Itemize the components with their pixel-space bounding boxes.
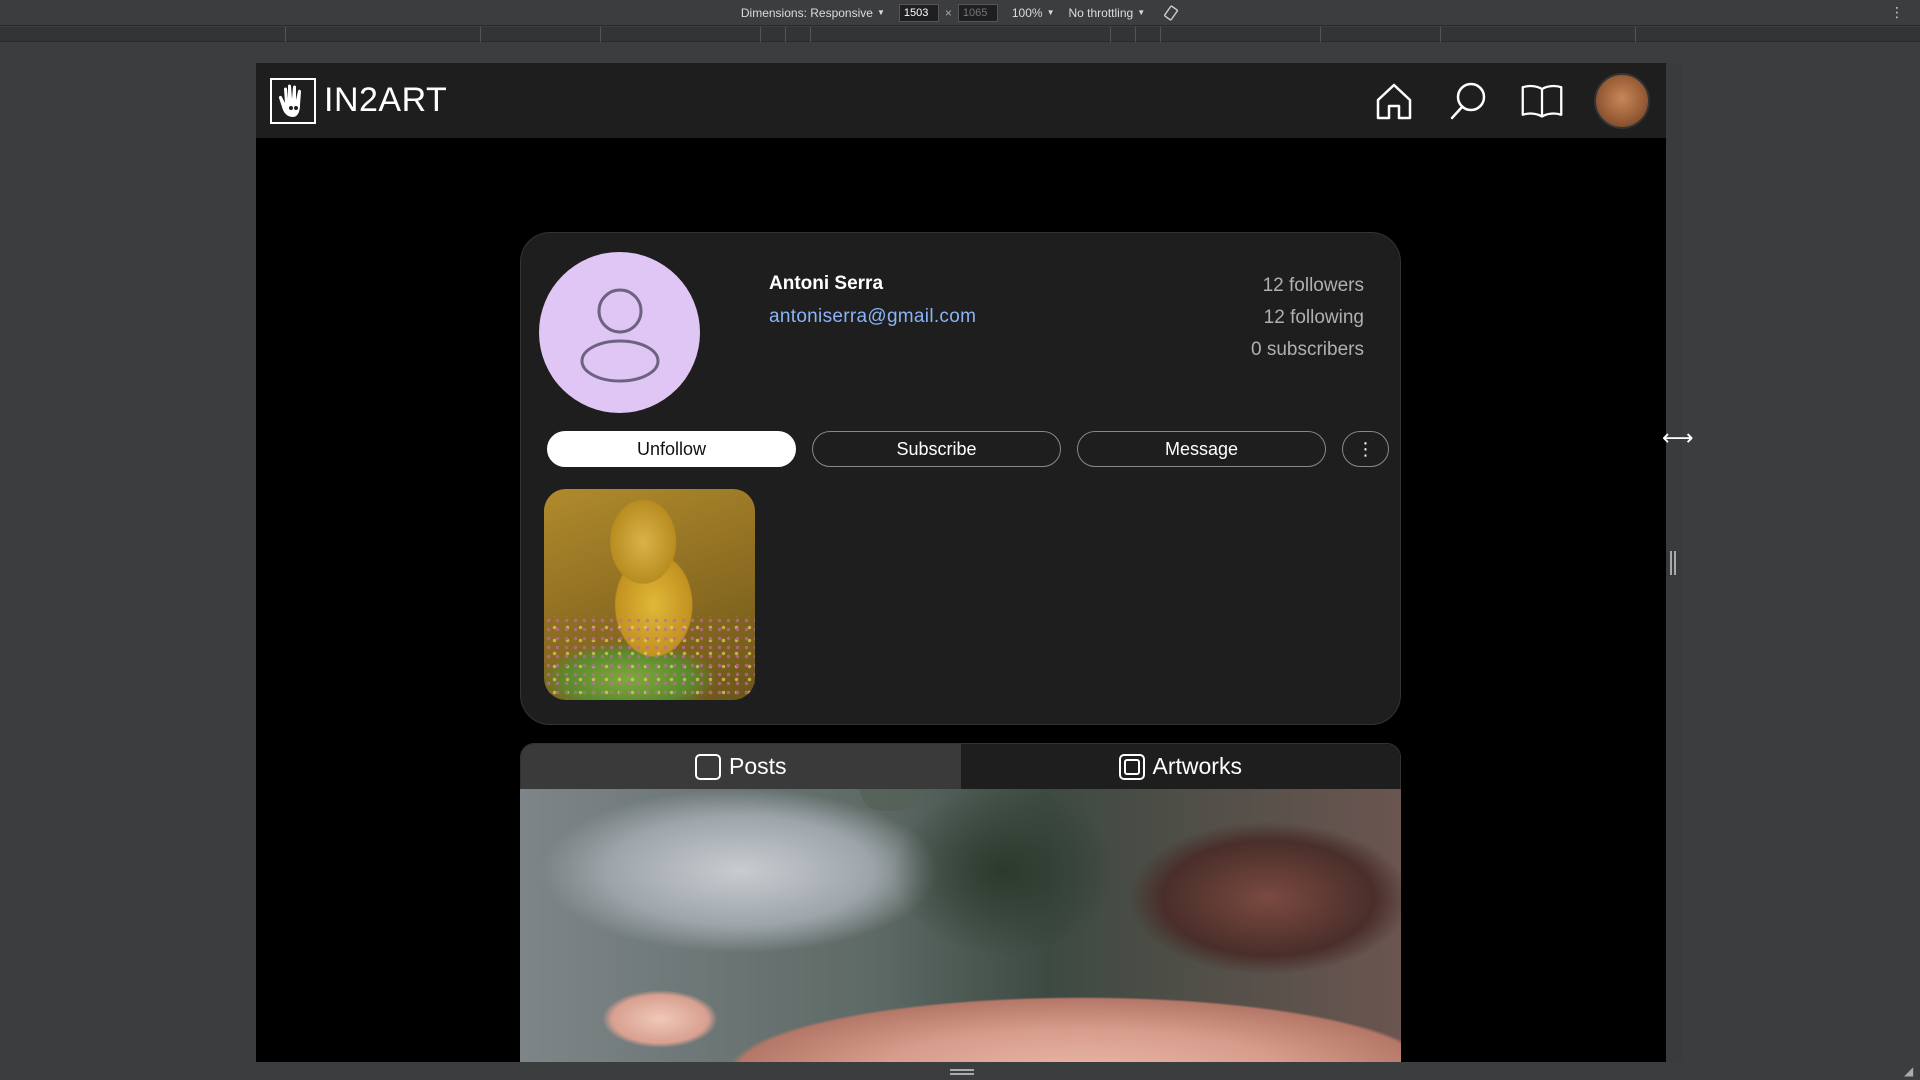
profile-card: Antoni Serra antoniserra@gmail.com 12 fo… [520, 232, 1401, 725]
ruler-tick [1635, 27, 1636, 42]
ruler-tick [760, 27, 761, 42]
emulated-viewport: IN2ART Antoni Serra antoniserra@gmail.co… [256, 63, 1666, 1062]
zoom-dropdown[interactable]: 100% ▼ [1012, 6, 1055, 20]
devtools-device-toolbar: Dimensions: Responsive ▼ 1503 × 1065 100… [0, 0, 1920, 26]
profile-actions: Unfollow Subscribe Message ⋮ [547, 431, 1389, 467]
post-image-detail [860, 789, 920, 811]
ruler-tick [285, 27, 286, 42]
chevron-down-icon: ▼ [1137, 8, 1146, 17]
corner-resize-icon[interactable]: ◢ [1904, 1064, 1916, 1078]
top-nav [1372, 73, 1650, 129]
profile-stats: 12 followers 12 following 0 subscribers [1251, 275, 1364, 371]
ruler-tick [1135, 27, 1136, 42]
artwork-texture [544, 615, 755, 700]
more-options-button[interactable]: ⋮ [1342, 431, 1389, 467]
followers-count[interactable]: 12 followers [1251, 275, 1364, 307]
rotate-icon[interactable] [1163, 4, 1179, 21]
devtools-more-icon[interactable]: ⋮ [1890, 4, 1904, 21]
ruler-tick [1160, 27, 1161, 42]
book-icon[interactable] [1520, 79, 1564, 123]
avatar[interactable] [1594, 73, 1650, 129]
tab-label: Artworks [1152, 753, 1242, 779]
chevron-down-icon: ▼ [876, 8, 885, 17]
framed-square-icon [1118, 753, 1145, 780]
times-separator: × [944, 5, 952, 20]
featured-artwork-thumbnail[interactable] [544, 489, 755, 700]
following-count[interactable]: 12 following [1251, 307, 1364, 339]
ruler-tick [1110, 27, 1111, 42]
profile-avatar [539, 252, 700, 413]
width-input[interactable]: 1503 [898, 3, 939, 22]
home-icon[interactable] [1372, 79, 1416, 123]
bottom-resize-handle[interactable] [950, 1069, 974, 1075]
post-image[interactable] [520, 789, 1401, 1062]
logo-text: IN2ART [324, 81, 448, 119]
tab-artworks[interactable]: Artworks [960, 744, 1400, 789]
square-icon [694, 753, 721, 780]
throttling-label: No throttling [1068, 5, 1134, 20]
post-image-fingers [580, 979, 740, 1059]
user-icon [580, 288, 659, 382]
content-tabs: Posts Artworks [520, 743, 1401, 789]
hand-logo-icon [270, 77, 316, 124]
search-icon[interactable] [1446, 79, 1490, 123]
unfollow-button[interactable]: Unfollow [547, 431, 796, 467]
ruler-tick [785, 27, 786, 42]
tab-posts[interactable]: Posts [521, 744, 961, 789]
profile-name: Antoni Serra [769, 273, 884, 294]
right-resize-handle[interactable] [1670, 551, 1676, 575]
message-button[interactable]: Message [1077, 431, 1326, 467]
zoom-label: 100% [1011, 5, 1043, 20]
throttling-dropdown[interactable]: No throttling ▼ [1069, 6, 1146, 20]
ruler-tick [1440, 27, 1441, 42]
ruler-tick [600, 27, 601, 42]
chevron-down-icon: ▼ [1046, 8, 1055, 17]
ruler-tick [480, 27, 481, 42]
media-query-bar[interactable] [0, 27, 1920, 42]
logo[interactable]: IN2ART [270, 77, 448, 124]
ruler-tick [1320, 27, 1321, 42]
dimensions-dropdown[interactable]: Dimensions: Responsive ▼ [741, 6, 885, 20]
profile-email[interactable]: antoniserra@gmail.com [769, 306, 976, 328]
resize-cursor-icon: ⟷ [1662, 425, 1694, 450]
viewport-right-edge [1666, 63, 1682, 1062]
subscribe-button[interactable]: Subscribe [812, 431, 1061, 467]
height-input[interactable]: 1065 [957, 3, 998, 22]
dimensions-label: Dimensions: Responsive [740, 5, 873, 20]
ruler-tick [810, 27, 811, 42]
subscribers-count[interactable]: 0 subscribers [1251, 339, 1364, 371]
app-header: IN2ART [256, 63, 1666, 138]
tab-label: Posts [728, 753, 787, 779]
